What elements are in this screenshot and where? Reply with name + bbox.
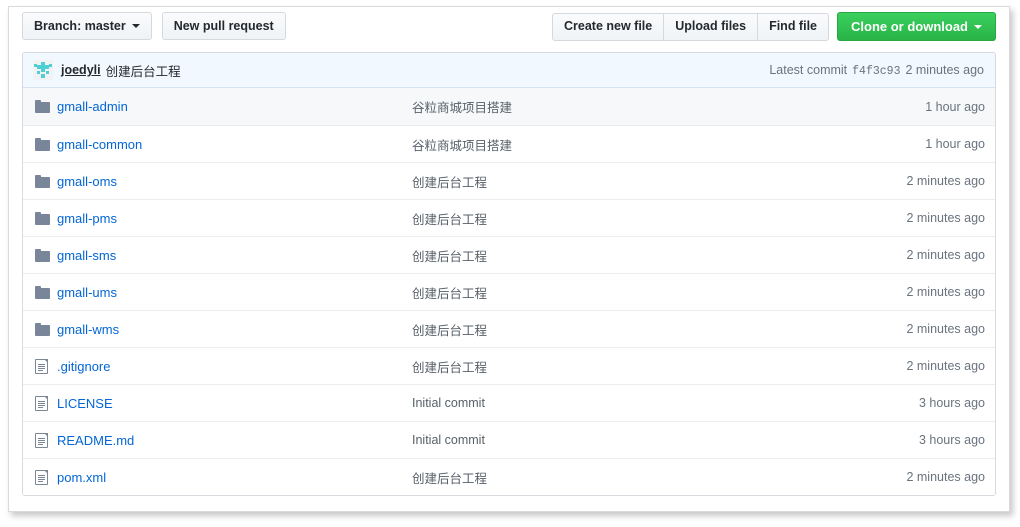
row-icon-cell	[35, 358, 57, 374]
toolbar-left-group: Branch: master New pull request	[22, 12, 286, 40]
folder-icon	[35, 174, 50, 188]
row-icon-cell	[35, 100, 57, 113]
file-commit-time: 2 minutes ago	[906, 359, 985, 373]
file-name-link[interactable]: gmall-admin	[57, 99, 412, 114]
chevron-down-icon	[131, 24, 140, 28]
file-name-link[interactable]: .gitignore	[57, 359, 412, 374]
file-name-link[interactable]: gmall-sms	[57, 248, 412, 263]
file-commit-message[interactable]: 创建后台工程	[412, 246, 853, 265]
file-icon	[35, 358, 48, 374]
row-icon-cell	[35, 322, 57, 336]
file-icon	[35, 432, 48, 448]
file-commit-time: 2 minutes ago	[906, 470, 985, 484]
table-row[interactable]: gmall-admin 谷粒商城项目搭建 1 hour ago	[23, 88, 995, 125]
file-commit-message[interactable]: 创建后台工程	[412, 357, 853, 376]
chevron-down-icon	[974, 24, 982, 29]
file-name-link[interactable]: gmall-ums	[57, 285, 412, 300]
file-name-link[interactable]: gmall-wms	[57, 322, 412, 337]
latest-commit-label: Latest commit	[769, 62, 848, 77]
avatar	[33, 60, 53, 80]
file-icon	[35, 469, 48, 485]
create-new-file-button[interactable]: Create new file	[552, 12, 665, 41]
file-commit-time: 1 hour ago	[925, 137, 985, 151]
file-commit-message[interactable]: 创建后台工程	[412, 468, 853, 487]
row-icon-cell	[35, 137, 57, 151]
table-row[interactable]: gmall-pms 创建后台工程 2 minutes ago	[23, 199, 995, 236]
file-listing-box: joedyli 创建后台工程 Latest commit f4f3c93 2 m…	[22, 52, 996, 496]
file-commit-time: 2 minutes ago	[906, 174, 985, 188]
file-commit-time: 2 minutes ago	[906, 322, 985, 336]
repo-toolbar: Branch: master New pull request Create n…	[16, 12, 1002, 52]
table-row[interactable]: gmall-sms 创建后台工程 2 minutes ago	[23, 236, 995, 273]
toolbar-right-group: Create new file Upload files Find file C…	[552, 12, 996, 41]
file-actions-group: Create new file Upload files Find file	[552, 12, 829, 41]
file-icon	[35, 395, 48, 411]
commit-author-link[interactable]: joedyli	[61, 63, 101, 77]
file-commit-time: 2 minutes ago	[906, 211, 985, 225]
file-commit-message[interactable]: 谷粒商城项目搭建	[412, 135, 853, 154]
file-commit-message[interactable]: 谷粒商城项目搭建	[412, 97, 853, 116]
file-commit-time: 3 hours ago	[918, 433, 985, 447]
clone-or-download-button[interactable]: Clone or download	[837, 12, 996, 41]
table-row[interactable]: .gitignore 创建后台工程 2 minutes ago	[23, 347, 995, 384]
table-row[interactable]: gmall-oms 创建后台工程 2 minutes ago	[23, 162, 995, 199]
upload-files-button[interactable]: Upload files	[664, 12, 759, 41]
file-name-link[interactable]: pom.xml	[57, 470, 412, 485]
table-row[interactable]: README.md Initial commit 3 hours ago	[23, 421, 995, 458]
file-name-link[interactable]: gmall-oms	[57, 174, 412, 189]
file-commit-time: 2 minutes ago	[906, 285, 985, 299]
new-pull-request-button[interactable]: New pull request	[161, 12, 286, 40]
file-commit-message[interactable]: Initial commit	[412, 396, 853, 410]
file-commit-message[interactable]: 创建后台工程	[412, 320, 853, 339]
row-icon-cell	[35, 211, 57, 225]
table-row[interactable]: gmall-common 谷粒商城项目搭建 1 hour ago	[23, 125, 995, 162]
file-commit-time: 3 hours ago	[918, 396, 985, 410]
row-icon-cell	[35, 248, 57, 262]
file-commit-message[interactable]: Initial commit	[412, 433, 853, 447]
table-row[interactable]: gmall-ums 创建后台工程 2 minutes ago	[23, 273, 995, 310]
file-name-link[interactable]: gmall-common	[57, 137, 412, 152]
row-icon-cell	[35, 285, 57, 299]
clone-or-download-label: Clone or download	[851, 19, 968, 34]
file-rows-container: gmall-admin 谷粒商城项目搭建 1 hour ago gmall-commo…	[23, 88, 995, 495]
branch-select-label: Branch: master	[34, 18, 126, 33]
folder-icon	[35, 100, 50, 113]
folder-icon	[35, 322, 50, 336]
table-row[interactable]: pom.xml 创建后台工程 2 minutes ago	[23, 458, 995, 495]
row-icon-cell	[35, 432, 57, 448]
folder-icon	[35, 248, 50, 262]
commit-message[interactable]: 创建后台工程	[106, 61, 181, 80]
file-commit-message[interactable]: 创建后台工程	[412, 172, 853, 191]
commit-time: 2 minutes ago	[905, 62, 984, 77]
file-name-link[interactable]: README.md	[57, 433, 412, 448]
file-commit-message[interactable]: 创建后台工程	[412, 283, 853, 302]
table-row[interactable]: gmall-wms 创建后台工程 2 minutes ago	[23, 310, 995, 347]
file-commit-time: 1 hour ago	[925, 99, 985, 114]
latest-commit-meta: Latest commit f4f3c93 2 minutes ago	[769, 63, 984, 78]
repo-content: Branch: master New pull request Create n…	[16, 12, 1002, 507]
file-name-link[interactable]: LICENSE	[57, 396, 412, 411]
row-icon-cell	[35, 395, 57, 411]
row-icon-cell	[35, 469, 57, 485]
branch-select-button[interactable]: Branch: master	[22, 12, 152, 40]
commit-sha-link[interactable]: f4f3c93	[852, 65, 900, 78]
folder-icon	[35, 211, 50, 225]
file-name-link[interactable]: gmall-pms	[57, 211, 412, 226]
page-frame: Branch: master New pull request Create n…	[8, 6, 1010, 512]
table-row[interactable]: LICENSE Initial commit 3 hours ago	[23, 384, 995, 421]
file-commit-message[interactable]: 创建后台工程	[412, 209, 853, 228]
folder-icon	[35, 137, 50, 151]
latest-commit-bar: joedyli 创建后台工程 Latest commit f4f3c93 2 m…	[23, 53, 995, 88]
folder-icon	[35, 285, 50, 299]
find-file-button[interactable]: Find file	[758, 12, 829, 41]
row-icon-cell	[35, 174, 57, 188]
file-commit-time: 2 minutes ago	[906, 248, 985, 262]
